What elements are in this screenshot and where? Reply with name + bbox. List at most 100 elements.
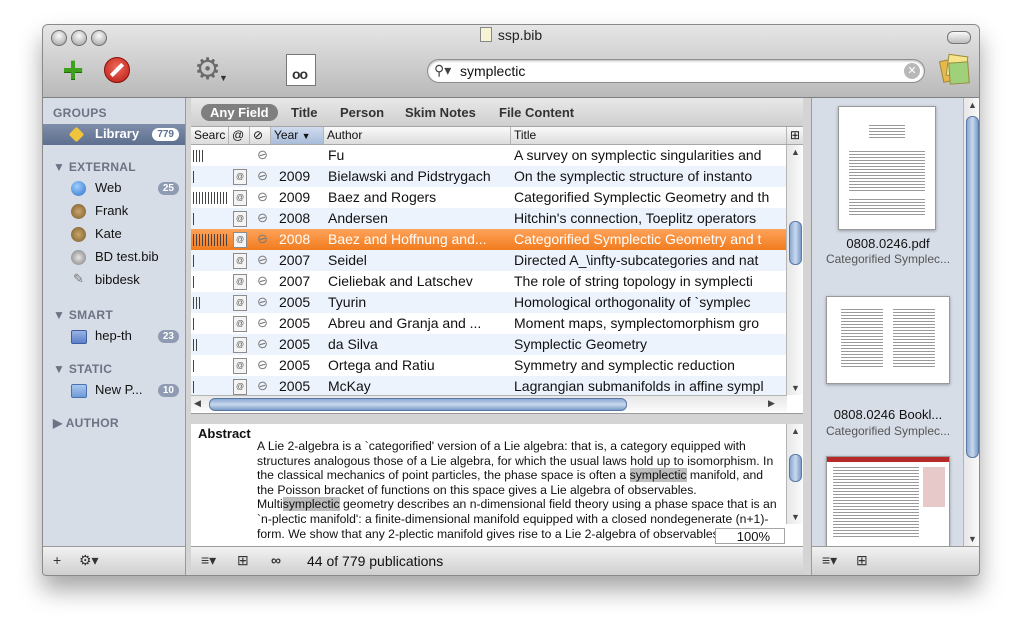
sidebar-item-new-p[interactable]: New P... 10: [43, 380, 185, 401]
list-view-icon[interactable]: ≡▾: [201, 552, 216, 569]
scroll-thumb[interactable]: [209, 398, 627, 411]
web-thumbnail[interactable]: [826, 456, 950, 546]
search-input[interactable]: [458, 62, 882, 80]
scroll-thumb[interactable]: [789, 454, 802, 482]
scroll-down-icon[interactable]: ▼: [791, 383, 800, 393]
paperclip-icon[interactable]: ⊘: [254, 166, 271, 185]
url-icon[interactable]: @: [233, 379, 247, 395]
url-icon[interactable]: @: [233, 358, 247, 374]
file-thumbnail[interactable]: [826, 296, 950, 384]
column-author[interactable]: Author: [324, 127, 511, 144]
app-window: ssp.bib + ⚙▼ ⚲▾ ✕ GROUPS Libr: [42, 24, 980, 576]
paperclip-icon[interactable]: ⊘: [254, 313, 271, 332]
scroll-down-icon[interactable]: ▼: [968, 534, 977, 544]
action-menu-button[interactable]: ⚙ ▼: [189, 53, 233, 87]
column-attachment[interactable]: ⊘: [250, 127, 271, 144]
table-horizontal-scrollbar[interactable]: ◀ ▶: [191, 395, 787, 412]
grid-view-icon[interactable]: ⊞: [237, 552, 249, 569]
table-row[interactable]: @ ⊘ 2005 McKay Lagrangian submanifolds in af…: [191, 376, 787, 397]
grid-view-icon[interactable]: ⊞: [856, 552, 868, 569]
cell-year: 2005: [279, 357, 311, 373]
preview-button[interactable]: [283, 53, 319, 87]
table-row[interactable]: @ ⊘ 2005 Tyurin Homological orthogonality of…: [191, 292, 787, 313]
preview-toggle-icon[interactable]: ∞: [271, 552, 281, 568]
paperclip-icon[interactable]: ⊘: [254, 355, 271, 374]
delete-publication-button[interactable]: [99, 53, 135, 87]
table-vertical-scrollbar[interactable]: ▲ ▼: [786, 145, 803, 395]
column-title[interactable]: Title: [511, 127, 787, 144]
paperclip-icon[interactable]: ⊘: [254, 292, 271, 311]
group-action-button[interactable]: ⚙▾: [79, 552, 99, 569]
table-row[interactable]: @ ⊘ 2007 Cieliebak and Latschev The role of …: [191, 271, 787, 292]
url-icon[interactable]: @: [233, 190, 247, 206]
table-row[interactable]: @ ⊘ 2007 Seidel Directed A_\infty-subcategor…: [191, 250, 787, 271]
url-icon[interactable]: @: [233, 169, 247, 185]
abstract-text[interactable]: A Lie 2-algebra is a `categorified' vers…: [257, 439, 779, 541]
column-url[interactable]: @: [229, 127, 250, 144]
sidebar-item-hep-th[interactable]: hep-th 23: [43, 326, 185, 347]
scroll-up-icon[interactable]: ▲: [791, 426, 800, 436]
url-icon[interactable]: @: [233, 274, 247, 290]
url-icon[interactable]: @: [233, 211, 247, 227]
url-group-icon: [71, 250, 86, 265]
table-row[interactable]: @ ⊘ 2008 Andersen Hitchin's connection, Toep…: [191, 208, 787, 229]
scope-person[interactable]: Person: [340, 105, 384, 120]
sidebar-item-bibdesk[interactable]: ✎ bibdesk: [43, 270, 185, 291]
notes-button[interactable]: [938, 53, 970, 85]
scope-title[interactable]: Title: [291, 105, 318, 120]
url-icon[interactable]: @: [233, 316, 247, 332]
toolbar-toggle-button[interactable]: [947, 31, 971, 44]
abstract-view[interactable]: Abstract A Lie 2-algebra is a `categorif…: [191, 424, 803, 546]
table-row[interactable]: @ ⊘ 2005 da Silva Symplectic Geometry: [191, 334, 787, 355]
clear-search-icon[interactable]: ✕: [904, 63, 920, 79]
abstract-scrollbar[interactable]: ▲ ▼: [786, 424, 803, 524]
table-row[interactable]: @ ⊘ 2009 Bielawski and Pidstrygach On the sy…: [191, 166, 787, 187]
paperclip-icon[interactable]: ⊘: [254, 334, 271, 353]
scroll-thumb[interactable]: [789, 221, 802, 265]
add-group-button[interactable]: +: [53, 552, 61, 568]
list-view-icon[interactable]: ≡▾: [822, 552, 837, 569]
paperclip-icon[interactable]: ⊘: [254, 145, 271, 164]
scope-skim-notes[interactable]: Skim Notes: [405, 105, 476, 120]
folder-icon: [71, 384, 87, 398]
table-row[interactable]: @ ⊘ 2005 Abreu and Granja and ... Moment map…: [191, 313, 787, 334]
table-row[interactable]: @ ⊘ 2009 Baez and Rogers Categorified Symple…: [191, 187, 787, 208]
url-icon[interactable]: @: [233, 337, 247, 353]
scope-any-field[interactable]: Any Field: [201, 104, 278, 121]
scroll-thumb[interactable]: [966, 116, 979, 458]
scroll-left-icon[interactable]: ◀: [194, 398, 201, 409]
url-icon[interactable]: @: [233, 232, 247, 248]
scroll-right-icon[interactable]: ▶: [768, 398, 775, 409]
sidebar-item-kate[interactable]: Kate: [43, 224, 185, 245]
scope-file-content[interactable]: File Content: [499, 105, 574, 120]
paperclip-icon[interactable]: ⊘: [254, 271, 271, 290]
author-header[interactable]: ▶ AUTHOR: [53, 416, 119, 430]
file-pane-scrollbar[interactable]: ▲ ▼: [963, 98, 979, 546]
sidebar-item-bd-test[interactable]: BD test.bib: [43, 247, 185, 268]
table-row[interactable]: @ ⊘ 2005 Ortega and Ratiu Symmetry and sympl…: [191, 355, 787, 376]
add-publication-button[interactable]: +: [55, 52, 91, 88]
search-field[interactable]: ⚲▾ ✕: [427, 59, 925, 83]
shared-library-icon: [71, 227, 86, 242]
table-row[interactable]: ⊘ Fu A survey on symplectic singularities …: [191, 145, 787, 166]
url-icon[interactable]: @: [233, 295, 247, 311]
column-chooser-icon[interactable]: ⊞: [787, 127, 803, 144]
paperclip-icon[interactable]: ⊘: [254, 376, 271, 395]
toolbar: ssp.bib + ⚙▼ ⚲▾ ✕: [43, 25, 979, 98]
paperclip-icon[interactable]: ⊘: [254, 208, 271, 227]
table-row[interactable]: @ ⊘ 2008 Baez and Hoffnung and... Categorifi…: [191, 229, 787, 250]
paperclip-icon[interactable]: ⊘: [254, 187, 271, 206]
column-year[interactable]: Year ▼: [271, 127, 324, 144]
url-icon[interactable]: @: [233, 253, 247, 269]
paperclip-icon[interactable]: ⊘: [254, 229, 271, 248]
column-relevance[interactable]: Searc: [191, 127, 229, 144]
sidebar-item-library[interactable]: Library 779: [43, 124, 185, 145]
sidebar-item-web[interactable]: Web 25: [43, 178, 185, 199]
scroll-up-icon[interactable]: ▲: [791, 147, 800, 157]
zoom-control[interactable]: 100%: [715, 528, 785, 544]
scroll-down-icon[interactable]: ▼: [791, 512, 800, 522]
sidebar-item-frank[interactable]: Frank: [43, 201, 185, 222]
paperclip-icon[interactable]: ⊘: [254, 250, 271, 269]
scroll-up-icon[interactable]: ▲: [968, 100, 977, 110]
file-thumbnail[interactable]: [838, 106, 936, 230]
